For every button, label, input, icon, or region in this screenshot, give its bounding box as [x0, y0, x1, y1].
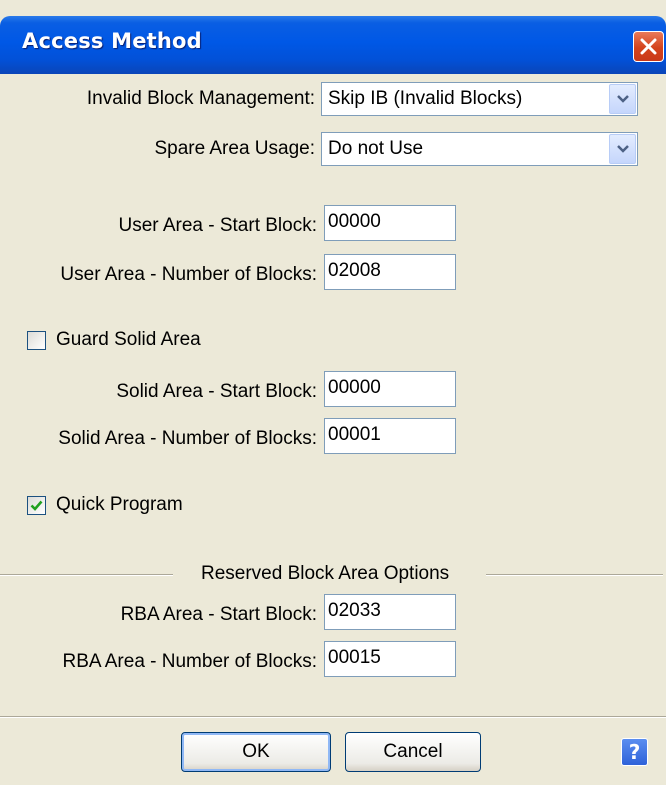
solid-area-count-field[interactable] [324, 418, 456, 454]
rba-area-count-field[interactable] [324, 641, 456, 677]
button-row-separator [0, 716, 666, 718]
help-button[interactable]: ? [621, 738, 648, 766]
chevron-down-icon [617, 95, 629, 103]
user-area-count-field[interactable] [324, 254, 456, 290]
invalid-block-management-value: Skip IB (Invalid Blocks) [328, 88, 523, 109]
quick-program-label[interactable]: Quick Program [56, 494, 183, 516]
rba-area-count-input[interactable] [328, 647, 448, 669]
solid-area-start-label: Solid Area - Start Block: [116, 381, 317, 402]
user-area-count-label: User Area - Number of Blocks: [60, 264, 317, 285]
dialog-body: Invalid Block Management: Skip IB (Inval… [0, 74, 666, 785]
close-button[interactable] [633, 31, 664, 62]
help-icon: ? [628, 740, 641, 764]
invalid-block-management-select[interactable]: Skip IB (Invalid Blocks) [321, 82, 638, 116]
rba-area-count-label: RBA Area - Number of Blocks: [62, 651, 318, 672]
rba-area-start-input[interactable] [328, 600, 448, 622]
title-bar[interactable]: Access Method [0, 16, 666, 74]
reserved-block-area-options-heading: Reserved Block Area Options [201, 563, 450, 584]
user-area-start-input[interactable] [328, 211, 448, 233]
quick-program-checkbox[interactable] [27, 496, 46, 515]
user-area-start-field[interactable] [324, 205, 456, 241]
close-icon [640, 38, 657, 55]
rba-area-start-label: RBA Area - Start Block: [120, 604, 317, 625]
user-area-count-input[interactable] [328, 260, 448, 282]
group-divider-right [486, 574, 663, 576]
spare-area-usage-value: Do not Use [328, 138, 424, 159]
cancel-button[interactable]: Cancel [345, 732, 481, 772]
spare-area-usage-select[interactable]: Do not Use [321, 132, 638, 166]
rba-area-start-field[interactable] [324, 594, 456, 630]
spare-area-usage-label: Spare Area Usage: [154, 138, 315, 159]
solid-area-count-input[interactable] [328, 424, 448, 446]
guard-solid-area-checkbox[interactable] [27, 331, 46, 350]
window-title: Access Method [22, 29, 202, 53]
solid-area-count-label: Solid Area - Number of Blocks: [58, 428, 317, 449]
ok-button[interactable]: OK [181, 732, 331, 772]
dropdown-button[interactable] [609, 134, 636, 164]
invalid-block-management-label: Invalid Block Management: [86, 88, 315, 109]
guard-solid-area-label[interactable]: Guard Solid Area [56, 329, 201, 351]
user-area-start-label: User Area - Start Block: [118, 215, 317, 236]
solid-area-start-input[interactable] [328, 377, 448, 399]
checkmark-icon [30, 500, 43, 511]
dropdown-button[interactable] [609, 84, 636, 114]
group-divider-left [0, 574, 173, 576]
chevron-down-icon [617, 145, 629, 153]
access-method-dialog: Access Method Invalid Block Management: … [0, 0, 666, 785]
solid-area-start-field[interactable] [324, 371, 456, 407]
